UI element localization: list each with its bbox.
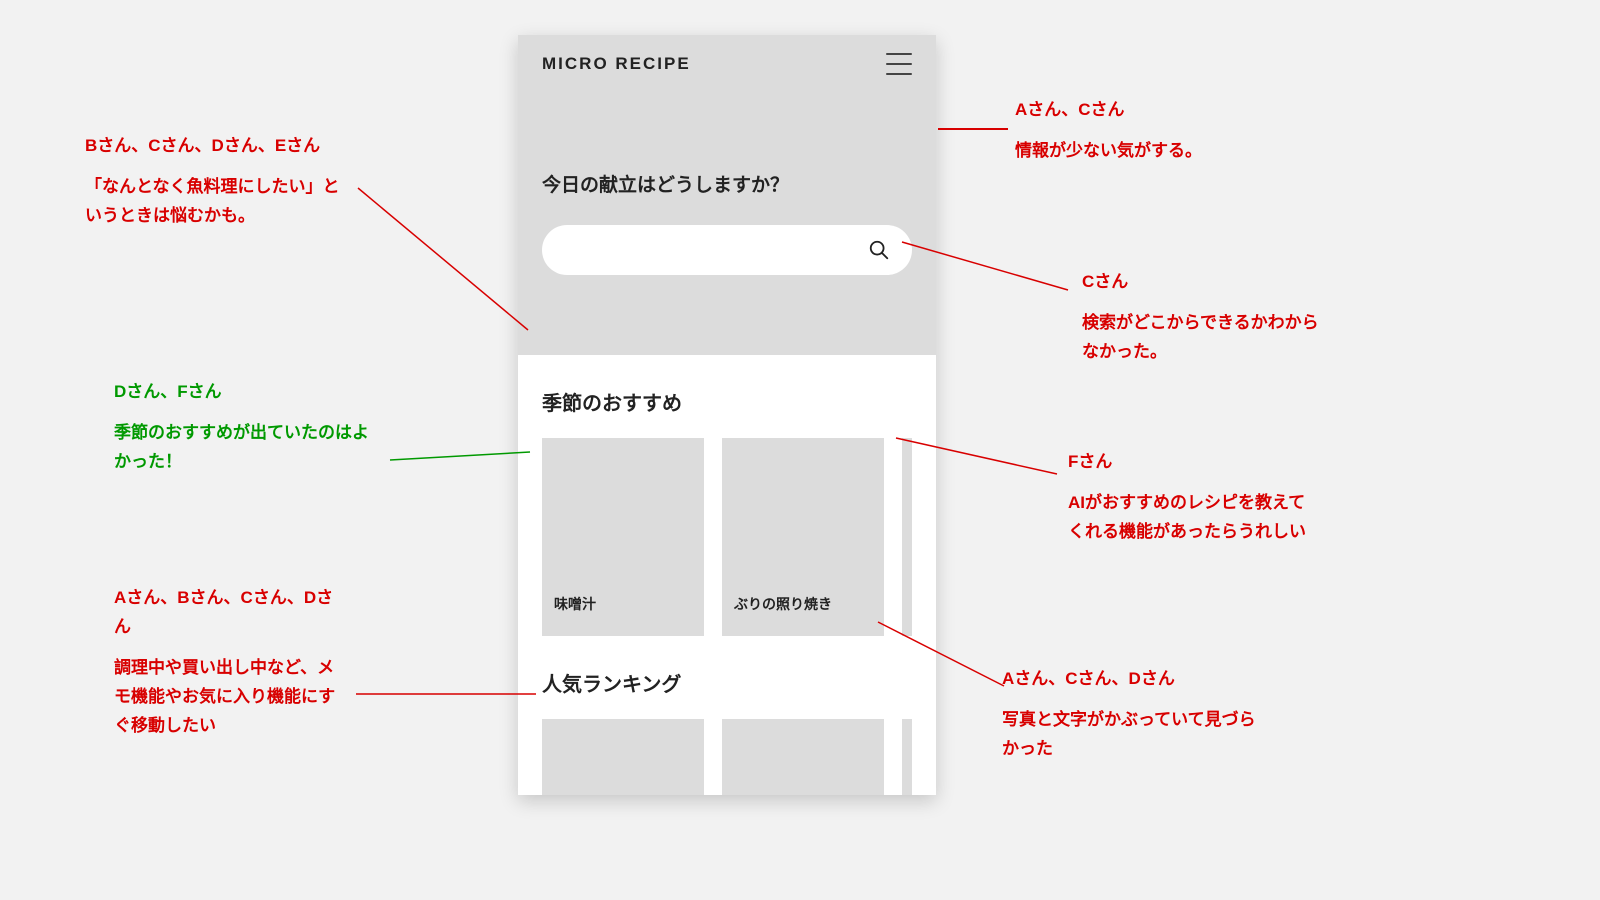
annotation-body: 「なんとなく魚料理にしたい」というときは悩むかも。 (85, 173, 345, 231)
recipe-card[interactable] (902, 719, 912, 795)
annotation-body: 調理中や買い出し中など、メモ機能やお気に入り機能にすぐ移動したい (114, 654, 344, 741)
search-input[interactable] (542, 225, 912, 275)
annotation-body: AIがおすすめのレシピを教えてくれる機能があったらうれしい (1068, 489, 1308, 547)
annotation-line (936, 125, 1016, 145)
header-region: MICRO RECIPE 今日の献立はどうしますか？ (518, 35, 936, 355)
annotation: Fさん AIがおすすめのレシピを教えてくれる機能があったらうれしい (1068, 448, 1308, 547)
annotation-who: Aさん、Cさん (1015, 96, 1285, 125)
seasonal-cards-row[interactable]: 味噌汁 ぶりの照り焼き 野 (542, 438, 912, 636)
recipe-card[interactable] (722, 719, 884, 795)
menu-icon[interactable] (886, 53, 912, 75)
annotation-who: Cさん (1082, 268, 1322, 297)
annotation: Aさん、Cさん 情報が少ない気がする。 (1015, 96, 1285, 166)
annotation-body: 情報が少ない気がする。 (1015, 137, 1285, 166)
annotation: Cさん 検索がどこからできるかわからなかった。 (1082, 268, 1322, 367)
ranking-cards-row[interactable] (542, 719, 912, 795)
seasonal-title: 季節のおすすめ (542, 387, 912, 416)
app-title: MICRO RECIPE (542, 54, 691, 74)
header-bar: MICRO RECIPE (542, 53, 912, 75)
annotation-line (348, 180, 538, 340)
annotation-who: Dさん、Fさん (114, 378, 374, 407)
annotation-who: Aさん、Cさん、Dさん (1002, 665, 1272, 694)
annotation: Aさん、Cさん、Dさん 写真と文字がかぶっていて見づらかった (1002, 665, 1272, 764)
annotation-body: 検索がどこからできるかわからなかった。 (1082, 309, 1322, 367)
annotation-who: Bさん、Cさん、Dさん、Eさん (85, 132, 345, 161)
annotation: Dさん、Fさん 季節のおすすめが出ていたのはよかった！ (114, 378, 374, 477)
ranking-title: 人気ランキング (542, 668, 912, 697)
annotation-line (380, 450, 540, 480)
recipe-card[interactable]: 味噌汁 (542, 438, 704, 636)
annotation-who: Aさん、Bさん、Cさん、Dさん (114, 584, 344, 642)
seasonal-section: 季節のおすすめ 味噌汁 ぶりの照り焼き 野 (518, 355, 936, 636)
recipe-card-label: 味噌汁 (554, 594, 596, 614)
annotation: Bさん、Cさん、Dさん、Eさん 「なんとなく魚料理にしたい」というときは悩むかも… (85, 132, 345, 231)
recipe-card-label: ぶりの照り焼き (734, 594, 832, 614)
ranking-section: 人気ランキング (518, 636, 936, 795)
annotation: Aさん、Bさん、Cさん、Dさん 調理中や買い出し中など、メモ機能やお気に入り機能… (114, 584, 344, 740)
search-icon (868, 239, 890, 261)
annotation-body: 写真と文字がかぶっていて見づらかった (1002, 706, 1272, 764)
annotation-who: Fさん (1068, 448, 1308, 477)
recipe-card[interactable]: ぶりの照り焼き (722, 438, 884, 636)
prompt-text: 今日の献立はどうしますか？ (542, 170, 912, 197)
recipe-card[interactable] (542, 719, 704, 795)
phone-frame: MICRO RECIPE 今日の献立はどうしますか？ 季節のおすすめ 味噌汁 ぶ… (518, 35, 936, 795)
annotation-body: 季節のおすすめが出ていたのはよかった！ (114, 419, 374, 477)
recipe-card[interactable]: 野 (902, 438, 912, 636)
annotation-line (346, 668, 546, 708)
